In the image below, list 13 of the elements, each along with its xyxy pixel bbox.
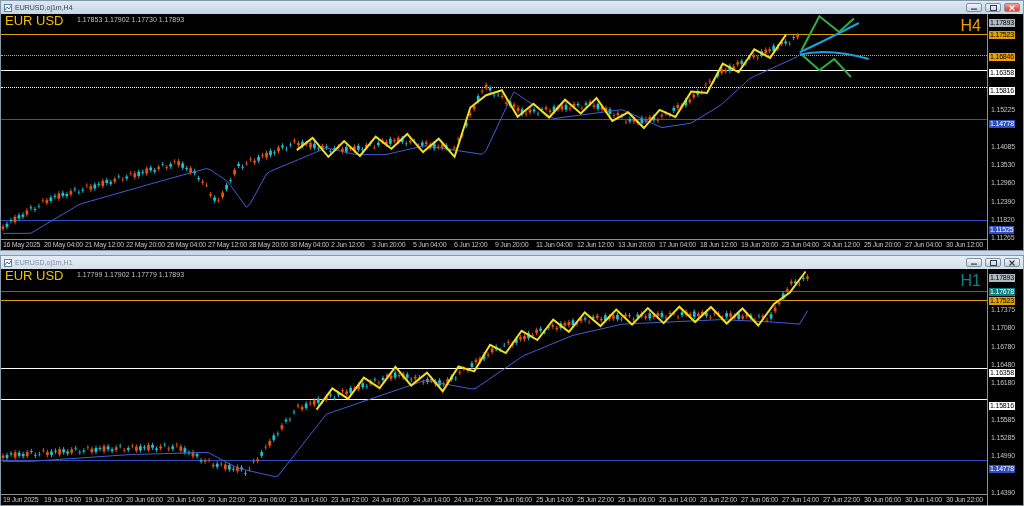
restore-icon [989,4,997,11]
timeframe-label: H1 [960,273,981,289]
chart-window-icon [4,258,12,267]
symbol-label: EUR USD [5,14,64,28]
close-icon [1009,259,1015,266]
timeframe-label: H4 [960,18,981,34]
chart-window-icon [4,3,12,12]
minimize-button[interactable] [966,3,982,12]
symbol-label: EUR USD [5,269,64,283]
restore-icon [989,259,997,266]
close-icon [1009,4,1015,11]
close-button[interactable] [1004,3,1020,12]
restore-button[interactable] [985,3,1001,12]
